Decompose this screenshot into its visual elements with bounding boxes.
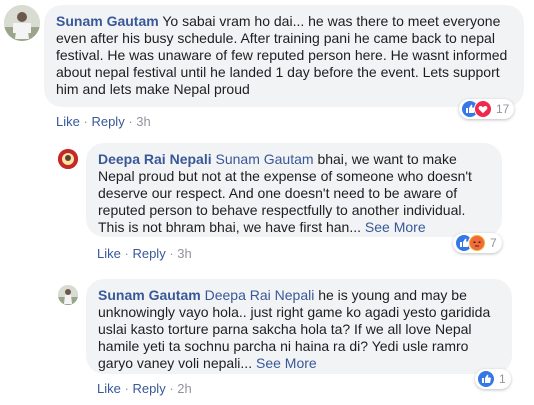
avatar[interactable] <box>4 5 40 41</box>
avatar[interactable] <box>58 285 78 305</box>
like-link[interactable]: Like <box>97 246 121 261</box>
comment-author[interactable]: Sunam Gautam <box>56 13 159 29</box>
reactions-summary[interactable]: 17 <box>459 99 515 119</box>
comment-author[interactable]: Deepa Rai Nepali <box>98 151 212 167</box>
see-more-link[interactable]: See More <box>256 355 317 371</box>
reply-link[interactable]: Reply <box>132 246 165 261</box>
separator-dot: · <box>124 381 129 396</box>
reaction-count: 17 <box>496 102 510 116</box>
reactions-summary[interactable]: 1 <box>475 369 511 389</box>
comment-time[interactable]: 3h <box>177 246 191 261</box>
reactions-summary[interactable]: 7 <box>453 233 502 253</box>
like-icon <box>477 370 495 388</box>
like-link[interactable]: Like <box>97 381 121 396</box>
reaction-count: 1 <box>499 372 506 386</box>
mention-link[interactable]: Sunam Gautam <box>216 151 314 167</box>
angry-icon <box>468 234 486 252</box>
comment-actions: Like · Reply · 3h <box>97 246 192 261</box>
separator-dot: · <box>169 246 174 261</box>
mention-link[interactable]: Deepa Rai Nepali <box>205 287 315 303</box>
comment-actions: Like · Reply · 3h <box>56 114 151 129</box>
avatar[interactable] <box>58 149 78 169</box>
comment-bubble: Sunam Gautam Deepa Rai Nepali he is youn… <box>86 279 512 374</box>
separator-dot: · <box>169 381 174 396</box>
comment-author[interactable]: Sunam Gautam <box>98 287 201 303</box>
comment-bubble: Sunam Gautam Yo sabai vram ho dai... he … <box>44 5 524 107</box>
see-more-link[interactable]: See More <box>365 219 426 235</box>
love-icon <box>474 100 492 118</box>
like-link[interactable]: Like <box>56 114 80 129</box>
comment-time[interactable]: 2h <box>177 381 191 396</box>
separator-dot: · <box>128 114 133 129</box>
reaction-count: 7 <box>490 236 497 250</box>
reply-link[interactable]: Reply <box>91 114 124 129</box>
separator-dot: · <box>124 246 129 261</box>
separator-dot: · <box>83 114 88 129</box>
comment-bubble: Deepa Rai Nepali Sunam Gautam bhai, we w… <box>86 143 502 237</box>
comment-actions: Like · Reply · 2h <box>97 381 192 396</box>
reply-link[interactable]: Reply <box>132 381 165 396</box>
comment-time[interactable]: 3h <box>136 114 150 129</box>
